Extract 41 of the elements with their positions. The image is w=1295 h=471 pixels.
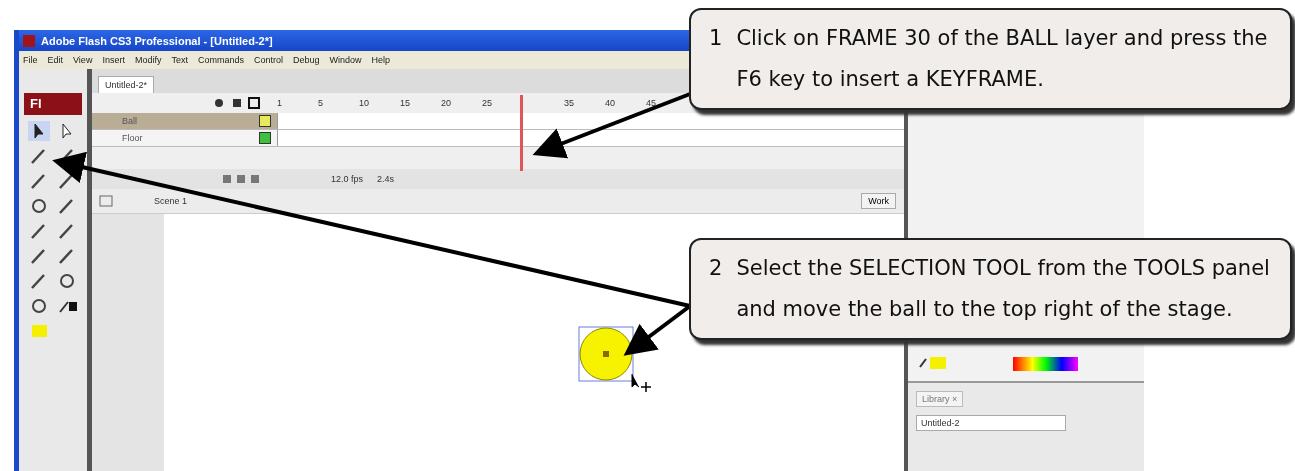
app-logo: Fl — [24, 93, 82, 115]
menu-item[interactable]: View — [73, 55, 93, 65]
menu-item[interactable]: File — [23, 55, 38, 65]
layer-row[interactable]: Ball — [92, 113, 904, 130]
frame-number: 20 — [441, 98, 452, 108]
workspace-button[interactable]: Work — [861, 193, 896, 209]
library-tab[interactable]: Library × — [916, 391, 964, 407]
fill-color-icon[interactable] — [918, 355, 948, 371]
frame-number: 40 — [605, 98, 616, 108]
frame-rate: 12.0 fps — [331, 174, 364, 184]
scene-link[interactable]: Scene 1 — [154, 196, 188, 206]
elapsed-time: 2.4s — [377, 174, 395, 184]
step-number: 1 — [709, 25, 723, 52]
menu-item[interactable]: Text — [171, 55, 188, 65]
frame-number: 45 — [646, 98, 657, 108]
layer-name: Floor — [121, 133, 143, 143]
menu-item[interactable]: Debug — [292, 55, 320, 65]
menu-item[interactable]: Control — [253, 55, 283, 65]
menu-item[interactable]: Window — [329, 55, 362, 65]
frame-number: 15 — [400, 98, 411, 108]
layer-row[interactable]: Floor — [92, 130, 904, 147]
layer-outline-swatch[interactable] — [259, 115, 271, 127]
menu-item[interactable]: Edit — [47, 55, 64, 65]
layer-name: Ball — [121, 116, 137, 126]
menu-item[interactable]: Insert — [102, 55, 125, 65]
instruction-text: Select the SELECTION TOOL from the TOOLS panel and move the ball to the top right of the stage. — [736, 255, 1271, 323]
layer-outline-swatch[interactable] — [259, 132, 271, 144]
frame-number: 5 — [318, 98, 324, 108]
frame-number: 10 — [359, 98, 370, 108]
menu-item[interactable]: Modify — [134, 55, 162, 65]
window-title: Adobe Flash CS3 Professional - [Untitled-2*] — [41, 34, 273, 47]
frame-number: 1 — [277, 98, 283, 108]
app-icon — [23, 34, 35, 47]
menu-item[interactable]: Commands — [197, 55, 244, 65]
menu-item[interactable]: Help — [371, 55, 391, 65]
document-tab[interactable]: Untitled-2* — [98, 76, 155, 93]
frame-number: 35 — [564, 98, 575, 108]
library-dropdown[interactable]: Untitled-2 — [916, 415, 1066, 431]
frame-number: 25 — [482, 98, 493, 108]
step-number: 2 — [709, 255, 723, 282]
instruction-text: Click on FRAME 30 of the BALL layer and press the F6 key to insert a KEYFRAME. — [736, 25, 1269, 93]
